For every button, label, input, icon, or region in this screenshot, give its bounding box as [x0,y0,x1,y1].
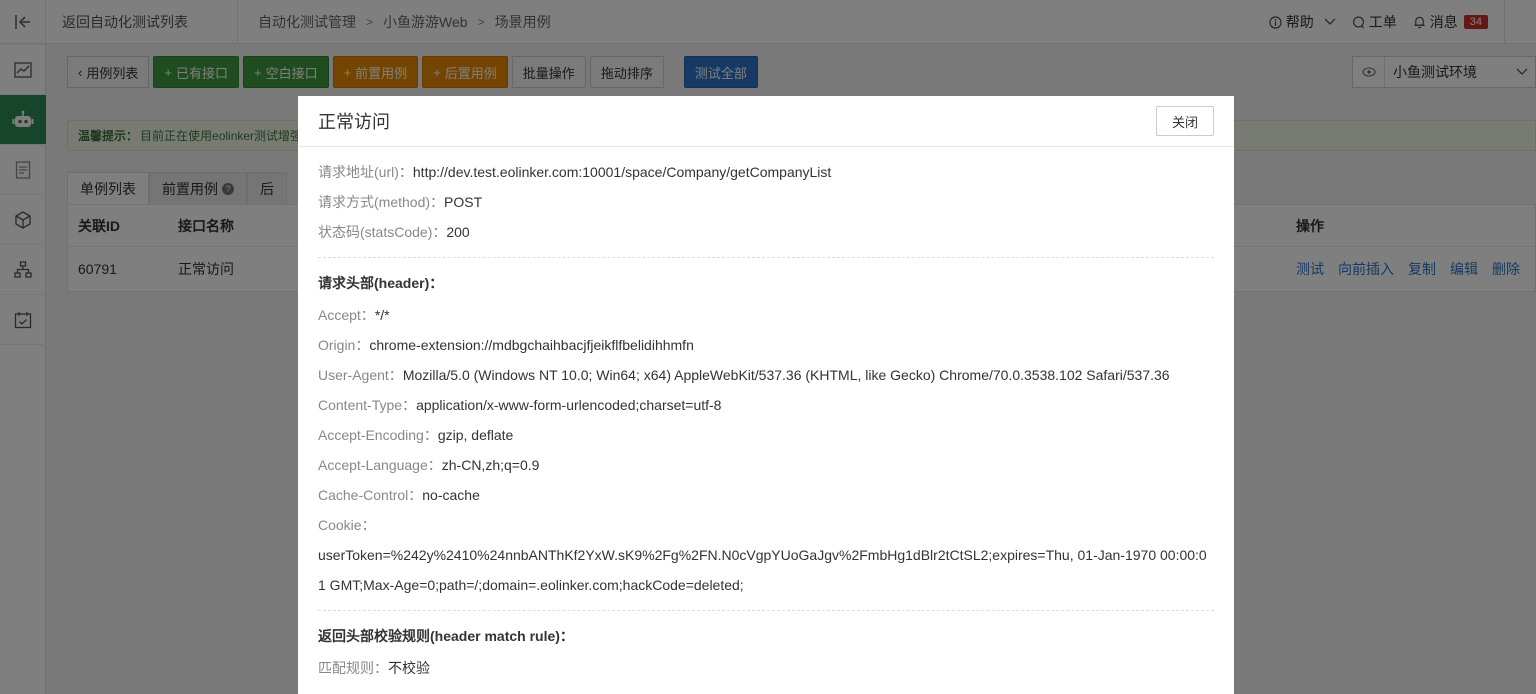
field-key: 状态码(statsCode)： [318,224,447,240]
field-key: Cache-Control： [318,487,423,503]
header-match-section-title: 返回头部校验规则(header match rule)： [318,628,574,644]
header-origin: Origin：chrome-extension://mdbgchaihbacjf… [318,330,1214,360]
divider [318,610,1214,611]
header-accept-encoding: Accept-Encoding：gzip, deflate [318,420,1214,450]
request-detail-modal: 正常访问 关闭 请求地址(url)：http://dev.test.eolink… [298,96,1234,694]
close-button[interactable]: 关闭 [1156,106,1214,136]
modal-title: 正常访问 [318,112,390,132]
field-value: zh-CN,zh;q=0.9 [441,457,540,473]
field-value: 不校验 [388,660,430,676]
modal-header: 正常访问 关闭 [298,96,1234,147]
field-key: 匹配规则： [318,660,388,676]
divider [318,257,1214,258]
header-section-title: 请求头部(header)： [318,275,444,291]
header-accept: Accept：*/* [318,300,1214,330]
field-key: User-Agent： [318,367,403,383]
header-cookie: Cookie： [318,510,1214,540]
field-value: chrome-extension://mdbgchaihbacjfjeikflf… [369,337,694,353]
field-value: Mozilla/5.0 (Windows NT 10.0; Win64; x64… [402,367,1170,383]
field-key: Accept-Language： [318,457,442,473]
field-key: 请求方式(method)： [318,194,445,210]
header-user-agent: User-Agent：Mozilla/5.0 (Windows NT 10.0;… [318,360,1214,390]
field-value: POST [444,194,483,210]
status-code: 状态码(statsCode)：200 [318,217,1214,247]
cookie-value: userToken=%242y%2410%24nnbANThKf2YxW.sK9… [318,547,1207,593]
field-key: Accept-Encoding： [318,427,438,443]
modal-body: 请求地址(url)：http://dev.test.eolinker.com:1… [298,147,1234,683]
field-value: */* [374,307,390,323]
field-key: Origin： [318,337,370,353]
header-cache-control: Cache-Control：no-cache [318,480,1214,510]
field-key: Content-Type： [318,397,417,413]
header-accept-language: Accept-Language：zh-CN,zh;q=0.9 [318,450,1214,480]
request-url: 请求地址(url)：http://dev.test.eolinker.com:1… [318,157,1214,187]
field-value: gzip, deflate [437,427,514,443]
field-value: application/x-www-form-urlencoded;charse… [416,397,722,413]
field-key: Accept： [318,307,375,323]
field-value: no-cache [422,487,480,503]
field-key: 请求地址(url)： [318,164,413,180]
field-key: Cookie： [318,517,376,533]
field-value: http://dev.test.eolinker.com:10001/space… [412,164,832,180]
header-content-type: Content-Type：application/x-www-form-urle… [318,390,1214,420]
field-value: 200 [446,224,470,240]
request-method: 请求方式(method)：POST [318,187,1214,217]
match-rule: 匹配规则：不校验 [318,653,1214,683]
